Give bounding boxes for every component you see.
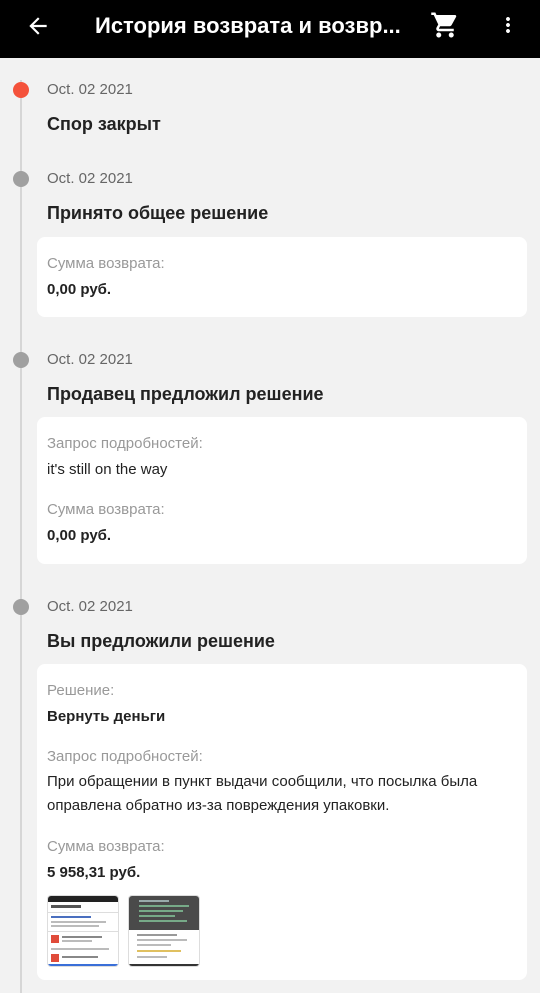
event-date: Oct. 02 2021 bbox=[47, 170, 133, 187]
event-date: Oct. 02 2021 bbox=[47, 351, 133, 368]
more-vert-icon bbox=[506, 17, 510, 33]
screenshot-thumbnail-image bbox=[48, 896, 118, 966]
arrow-left-icon bbox=[29, 17, 47, 35]
event-status: Вы предложили решение bbox=[47, 631, 275, 651]
event-status: Принято общее решение bbox=[47, 203, 269, 223]
event-status: Продавец предложил решение bbox=[47, 384, 324, 404]
event-date: Oct. 02 2021 bbox=[47, 598, 133, 615]
refund-label: Сумма возврата: bbox=[47, 255, 165, 272]
page-title: История возврата и возвр... bbox=[95, 13, 401, 38]
attachment-thumbnail[interactable] bbox=[47, 895, 119, 967]
details-value: it's still on the way bbox=[47, 461, 168, 478]
refund-label: Сумма возврата: bbox=[47, 838, 165, 855]
timeline-line bbox=[20, 80, 22, 993]
solution-label: Решение: bbox=[47, 682, 115, 699]
timeline-dot-active bbox=[13, 82, 29, 98]
event-date: Oct. 02 2021 bbox=[47, 81, 133, 98]
refund-label: Сумма возврата: bbox=[47, 501, 165, 518]
app-bar: История возврата и возвр... bbox=[0, 0, 540, 58]
timeline-dot bbox=[13, 599, 29, 615]
back-button[interactable] bbox=[22, 10, 54, 42]
more-options-button[interactable] bbox=[494, 8, 522, 42]
timeline-dot bbox=[13, 171, 29, 187]
details-label: Запрос подробностей: bbox=[47, 435, 203, 452]
refund-value: 0,00 руб. bbox=[47, 281, 112, 298]
timeline-dot bbox=[13, 352, 29, 368]
details-label: Запрос подробностей: bbox=[47, 748, 203, 765]
refund-value: 0,00 руб. bbox=[47, 527, 112, 544]
event-status: Спор закрыт bbox=[47, 114, 161, 134]
event-details-card: Сумма возврата: 0,00 руб. bbox=[37, 237, 527, 317]
solution-value: Вернуть деньги bbox=[47, 708, 166, 725]
attachment-thumbnail[interactable] bbox=[128, 895, 200, 967]
event-details-card: Запрос подробностей: it's still on the w… bbox=[37, 417, 527, 564]
details-value: При обращении в пункт выдачи сообщили, ч… bbox=[47, 773, 478, 814]
cart-button[interactable] bbox=[428, 8, 462, 42]
cart-icon bbox=[431, 12, 457, 38]
event-details-card: Решение: Вернуть деньги Запрос подробнос… bbox=[37, 664, 527, 980]
refund-value: 5 958,31 руб. bbox=[47, 864, 141, 881]
screenshot-thumbnail-image bbox=[129, 896, 199, 966]
